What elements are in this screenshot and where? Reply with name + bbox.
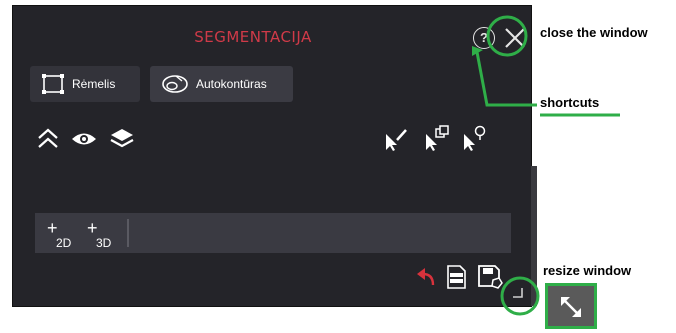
annotation-resize-label: resize window <box>543 263 632 278</box>
annotation-close-label: close the window <box>540 25 648 40</box>
resize-diagonal-icon <box>561 297 581 317</box>
resize-window-example <box>545 283 597 329</box>
annotation-shortcuts-label: shortcuts <box>540 95 600 110</box>
